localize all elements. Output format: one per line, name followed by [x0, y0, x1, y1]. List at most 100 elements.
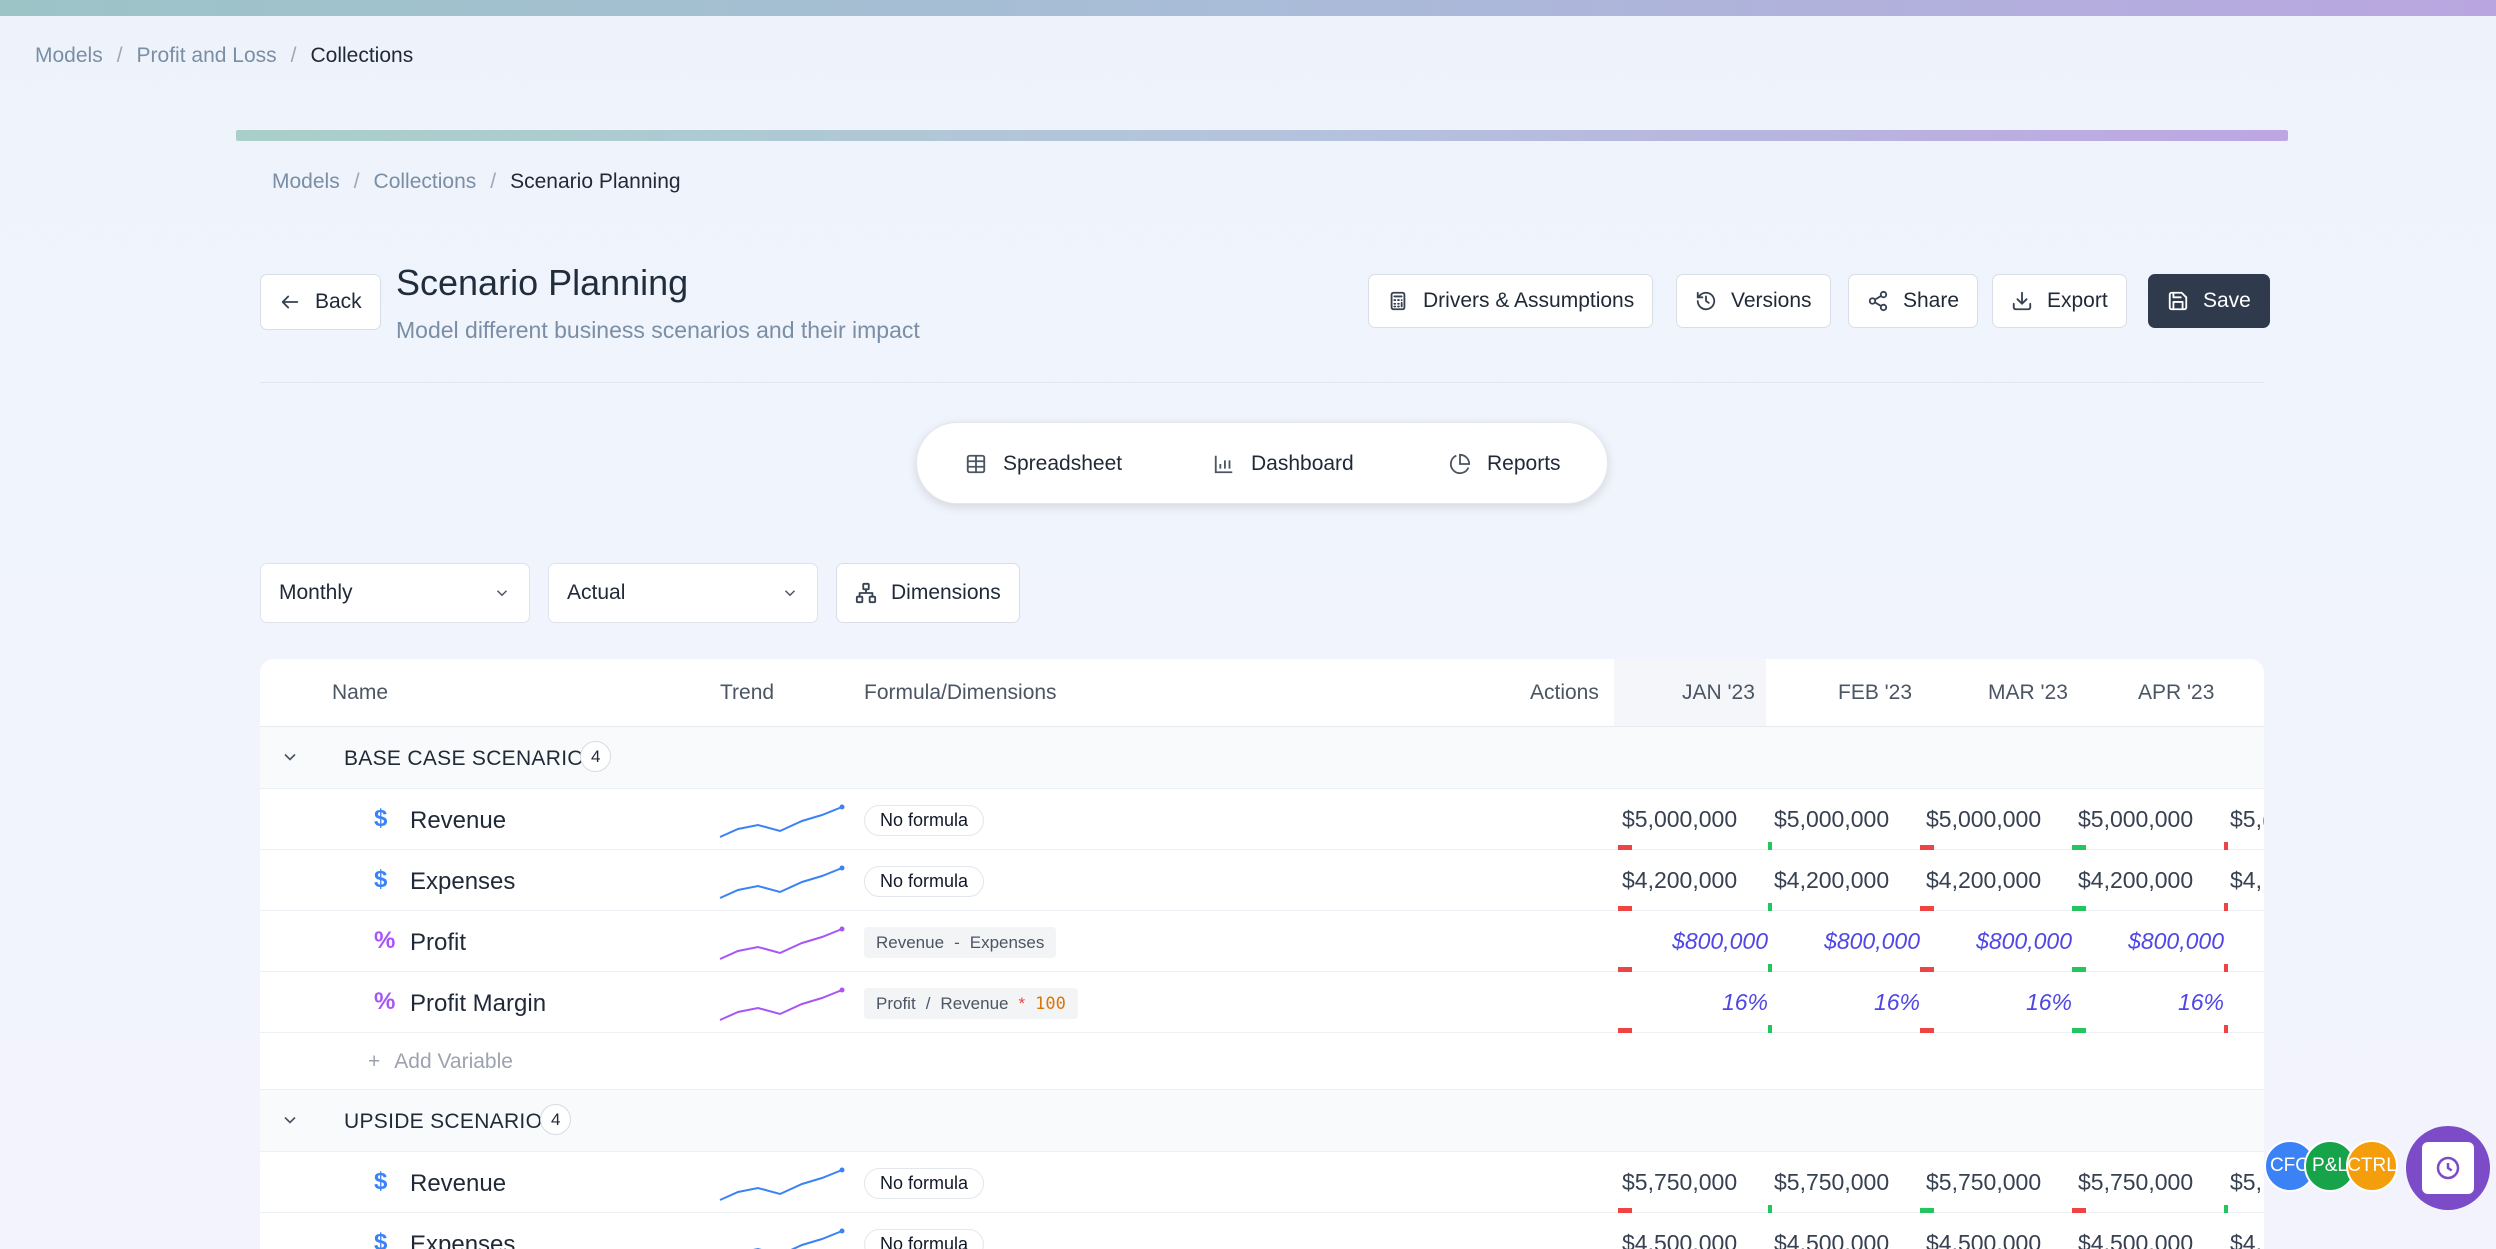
breadcrumb-separator: / [116, 44, 123, 67]
value-cell[interactable]: 16% [2084, 989, 2224, 1016]
value-cell[interactable]: $800,000 [1780, 928, 1920, 955]
share-button[interactable]: Share [1848, 274, 1979, 328]
trend-up-mark [2224, 1205, 2228, 1213]
breadcrumb-item[interactable]: Models [272, 170, 340, 194]
tab-dashboard[interactable]: Dashboard [1213, 423, 1354, 505]
breadcrumb-current: Collections [310, 44, 414, 67]
group-name: BASE CASE SCENARIO [344, 747, 584, 770]
column-header-trend: Trend [720, 681, 775, 704]
assistant-fab[interactable] [2406, 1126, 2490, 1210]
variable-name[interactable]: Revenue [410, 807, 506, 835]
export-button[interactable]: Export [1992, 274, 2127, 328]
variable-name[interactable]: Revenue [410, 1170, 506, 1198]
table-row[interactable]: $ Expenses No formula $4,200,000 $4,200,… [260, 850, 2264, 911]
value-cell[interactable]: $5, [2230, 1169, 2264, 1196]
column-header-month[interactable]: MAR '23 [1988, 681, 2068, 705]
value-cell[interactable]: $5,000,000 [1926, 806, 2066, 833]
value-cell[interactable]: 16% [1780, 989, 1920, 1016]
column-header-month[interactable]: FEB '23 [1838, 681, 1912, 705]
breadcrumb-separator: / [490, 170, 497, 193]
value-cell[interactable]: $5,750,000 [1926, 1169, 2066, 1196]
breadcrumb-inner: Models / Collections / Scenario Planning [272, 170, 681, 194]
value-cell[interactable]: $800,000 [1628, 928, 1768, 955]
breadcrumb-separator: / [290, 44, 297, 67]
value-cell[interactable]: $4,200,000 [1622, 867, 1762, 894]
save-button[interactable]: Save [2148, 274, 2270, 328]
top-gradient-bar [0, 0, 2496, 16]
formula-expression[interactable]: Revenue - Expenses [864, 927, 1057, 958]
percent-icon: % [374, 927, 396, 954]
sparkline-icon [752, 1228, 845, 1249]
versions-button[interactable]: Versions [1676, 274, 1831, 328]
dimensions-button[interactable]: Dimensions [836, 563, 1020, 623]
column-header-name[interactable]: Name [332, 681, 388, 705]
pie-chart-icon [1449, 453, 1471, 474]
value-cell[interactable]: $4,500,000 [1774, 1230, 1914, 1249]
value-cell[interactable]: 16% [1932, 989, 2072, 1016]
group-row[interactable]: UPSIDE SCENARIO 4 [260, 1090, 2264, 1152]
count-badge: 4 [540, 1104, 572, 1135]
table-row[interactable]: % Profit Margin Profit / Revenue * 100 1… [260, 972, 2264, 1033]
breadcrumb-item[interactable]: Profit and Loss [137, 44, 277, 68]
breadcrumb-current: Scenario Planning [510, 170, 681, 193]
column-header-actions: Actions [1530, 681, 1599, 704]
value-cell[interactable]: 16% [1628, 989, 1768, 1016]
back-button[interactable]: Back [260, 274, 381, 330]
tab-spreadsheet[interactable]: Spreadsheet [965, 423, 1122, 505]
back-label: Back [315, 290, 362, 313]
sparkline-icon [719, 926, 845, 960]
table-row[interactable]: $ Revenue No formula $5,000,000 $5,000,0… [260, 789, 2264, 850]
variable-name[interactable]: Expenses [410, 1231, 515, 1249]
value-cell[interactable]: $4, [2230, 1230, 2264, 1249]
value-cell[interactable]: $5,000,000 [1622, 806, 1762, 833]
history-icon [1696, 291, 1716, 311]
table-row[interactable]: $ Expenses No formula $4,500,000 $4,500,… [260, 1213, 2264, 1249]
table-row[interactable]: % Profit Revenue - Expenses $800,000 $80… [260, 911, 2264, 972]
hierarchy-icon [855, 582, 877, 604]
save-label: Save [2203, 289, 2251, 312]
period-select[interactable]: Monthly [260, 563, 530, 623]
value-cell[interactable]: $5,750,000 [1774, 1169, 1914, 1196]
formula-expression[interactable]: Profit / Revenue * 100 [864, 988, 1078, 1019]
scenario-type-select[interactable]: Actual [548, 563, 818, 623]
value-cell[interactable]: $5,( [2230, 806, 2264, 833]
value-cell[interactable]: $4,500,000 [1926, 1230, 2066, 1249]
variable-name[interactable]: Expenses [410, 868, 515, 896]
value-cell[interactable]: $800,000 [2084, 928, 2224, 955]
dollar-icon: $ [374, 1168, 388, 1195]
chevron-down-icon[interactable] [280, 747, 300, 772]
column-header-month[interactable]: JAN '23 [1682, 681, 1755, 705]
table-row[interactable]: $ Revenue No formula $5,750,000 $5,750,0… [260, 1152, 2264, 1213]
add-variable-row[interactable]: + Add Variable [260, 1033, 2264, 1090]
value-cell[interactable]: $5,750,000 [2078, 1169, 2218, 1196]
versions-label: Versions [1731, 289, 1812, 312]
group-row[interactable]: BASE CASE SCENARIO 4 [260, 727, 2264, 789]
value-cell[interactable]: $800,000 [1932, 928, 2072, 955]
breadcrumb-item[interactable]: Models [35, 44, 103, 68]
value-cell[interactable]: $4,200,000 [2078, 867, 2218, 894]
value-cell[interactable]: $4,200,000 [1774, 867, 1914, 894]
breadcrumb-item[interactable]: Collections [374, 170, 477, 194]
value-cell[interactable]: $5,750,000 [1622, 1169, 1762, 1196]
value-cell[interactable]: $4,500,000 [2078, 1230, 2218, 1249]
value-cell[interactable]: $5,000,000 [2078, 806, 2218, 833]
drivers-assumptions-button[interactable]: Drivers & Assumptions [1368, 274, 1654, 328]
tab-reports[interactable]: Reports [1449, 423, 1561, 505]
value-cell[interactable]: $4,200,000 [1926, 867, 2066, 894]
value-cell[interactable]: $5,000,000 [1774, 806, 1914, 833]
download-icon [2012, 291, 2032, 311]
column-header-month[interactable]: APR '23 [2138, 681, 2214, 705]
variable-name[interactable]: Profit [410, 929, 466, 957]
value-cell[interactable]: $4,: [2230, 867, 2264, 894]
ctrl-badge[interactable]: CTRL [2346, 1140, 2398, 1192]
calculator-icon [1390, 291, 1406, 311]
value-cell[interactable]: $4,500,000 [1622, 1230, 1762, 1249]
add-variable-button[interactable]: + Add Variable [368, 1050, 513, 1074]
chevron-down-icon[interactable] [280, 1110, 300, 1135]
save-icon [2168, 291, 2188, 311]
add-variable-label: Add Variable [394, 1050, 513, 1073]
no-formula-pill: No formula [864, 866, 985, 897]
variable-name[interactable]: Profit Margin [410, 990, 546, 1018]
trend-down-mark [2224, 903, 2228, 911]
dollar-icon: $ [374, 805, 388, 832]
